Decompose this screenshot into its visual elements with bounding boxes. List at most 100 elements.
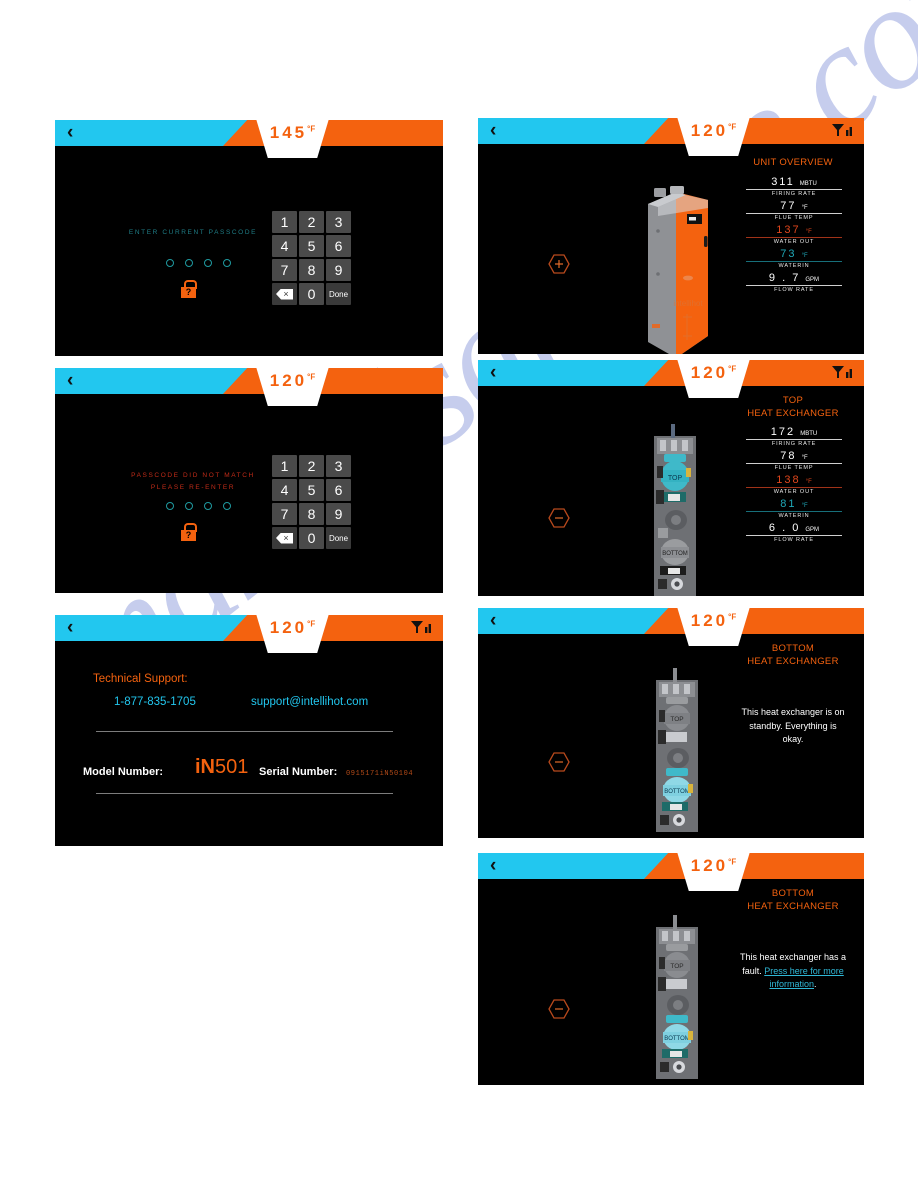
metric-caption: FLOW RATE (774, 287, 814, 293)
metric-unit: °F (805, 479, 812, 485)
key-3[interactable]: 3 (326, 455, 351, 477)
key-9[interactable]: 9 (326, 503, 351, 525)
passcode-dot (185, 259, 193, 267)
panel-header: 120°F ‹ (55, 368, 443, 406)
chevron-left-icon[interactable]: ‹ (490, 362, 496, 384)
chevron-left-icon[interactable]: ‹ (67, 370, 73, 392)
backspace-key[interactable] (272, 527, 297, 549)
minus-hexagon-button[interactable] (548, 508, 570, 528)
panel-header: 120°F ‹ (478, 608, 864, 646)
support-phone-link[interactable]: 1-877-835-1705 (114, 696, 196, 708)
key-5[interactable]: 5 (299, 235, 324, 257)
fault-message: This heat exchanger has a fault. Press h… (738, 951, 848, 992)
header-orange-bar (644, 608, 864, 634)
support-email-link[interactable]: support@intellihot.com (251, 696, 368, 708)
key-8[interactable]: 8 (299, 259, 324, 281)
boiler-exterior-image: intellihot (648, 186, 708, 354)
panel-body: PASSCODE DID NOT MATCH PLEASE RE-ENTER ?… (55, 394, 443, 593)
passcode-dot (166, 502, 174, 510)
section-title-line1: TOP (782, 395, 804, 406)
degree-unit: °F (728, 364, 737, 374)
key-6[interactable]: 6 (326, 235, 351, 257)
metric-rule (746, 285, 842, 286)
key-7[interactable]: 7 (272, 259, 297, 281)
key-4[interactable]: 4 (272, 235, 297, 257)
lock-body: ? (181, 287, 196, 298)
signal-icon (832, 366, 852, 378)
metric-water-out: 137 °F WATER OUT (746, 224, 842, 248)
degree-unit: °F (307, 619, 316, 629)
panel-header: 120°F ‹ (478, 118, 864, 156)
svg-text:TOP: TOP (670, 716, 683, 723)
section-title: TOP HEAT EXCHANGER (726, 394, 860, 420)
chevron-left-icon[interactable]: ‹ (490, 855, 496, 877)
passcode-keypad[interactable]: 1 2 3 4 5 6 7 8 9 0 Done (272, 211, 351, 305)
metric-caption: FLOW RATE (774, 537, 814, 543)
key-3[interactable]: 3 (326, 211, 351, 233)
passcode-keypad[interactable]: 1 2 3 4 5 6 7 8 9 0 Done (272, 455, 351, 549)
key-1[interactable]: 1 (272, 211, 297, 233)
current-temperature: 120°F (269, 618, 316, 637)
plus-hexagon-button[interactable] (548, 254, 570, 274)
metric-unit: °F (801, 253, 808, 259)
key-8[interactable]: 8 (299, 503, 324, 525)
lock-question-icon[interactable]: ? (181, 280, 197, 298)
backspace-key[interactable] (272, 283, 297, 305)
fault-message-tail: . (814, 979, 817, 989)
passcode-dot (223, 502, 231, 510)
key-9[interactable]: 9 (326, 259, 351, 281)
metric-rule (746, 535, 842, 536)
metric-caption: FIRING RATE (771, 441, 817, 447)
degree-unit: °F (307, 372, 316, 382)
metric-caption: FLUE TEMP (774, 465, 814, 471)
key-7[interactable]: 7 (272, 503, 297, 525)
metric-caption: WATERIN (778, 263, 810, 269)
passcode-dot (166, 259, 174, 267)
key-2[interactable]: 2 (299, 455, 324, 477)
metric-water-in: 73 °F WATERIN (746, 248, 842, 272)
backspace-icon (276, 532, 293, 544)
section-title-line2: HEAT EXCHANGER (747, 656, 839, 667)
more-information-link[interactable]: Press here for more information (764, 966, 844, 990)
header-orange-bar (223, 120, 443, 146)
metric-caption: FIRING RATE (771, 191, 817, 197)
key-6[interactable]: 6 (326, 479, 351, 501)
technical-support-title: Technical Support: (93, 673, 188, 685)
model-prefix: iN (195, 756, 215, 778)
chevron-left-icon[interactable]: ‹ (490, 610, 496, 632)
passcode-prompt: ENTER CURRENT PASSCODE (128, 229, 258, 236)
model-number-label: Model Number: (83, 766, 164, 778)
key-5[interactable]: 5 (299, 479, 324, 501)
panel-body: TOP BOTTOM BOTTOM HEAT EXCHANGER This he… (478, 634, 864, 838)
metric-rule (746, 487, 842, 488)
key-2[interactable]: 2 (299, 211, 324, 233)
panel-body: ENTER CURRENT PASSCODE ? 1 2 3 4 5 6 7 8… (55, 146, 443, 356)
metric-value: 73 °F (780, 248, 808, 260)
minus-hexagon-button[interactable] (548, 752, 570, 772)
degree-unit: °F (728, 857, 737, 867)
minus-hexagon-button[interactable] (548, 999, 570, 1019)
done-key[interactable]: Done (326, 527, 351, 549)
key-0[interactable]: 0 (299, 527, 324, 549)
metric-firing-rate: 311 MBTU FIRING RATE (746, 176, 842, 200)
chevron-left-icon[interactable]: ‹ (67, 122, 73, 144)
panel-header: 120°F ‹ (478, 853, 864, 891)
metric-unit: MBTU (799, 181, 817, 187)
degree-unit: °F (728, 122, 737, 132)
chevron-left-icon[interactable]: ‹ (67, 617, 73, 639)
panel-top-heat-exchanger: 120°F ‹ TOP BOTTOM TOP HEAT EXCHANGER 17… (478, 360, 864, 596)
chevron-left-icon[interactable]: ‹ (490, 120, 496, 142)
panel-body: intellihot UNIT OVERVIEW 311 MBTU FIRING… (478, 144, 864, 354)
metric-value: 6 . 0 GPM (768, 522, 820, 534)
done-key[interactable]: Done (326, 283, 351, 305)
lock-question-icon[interactable]: ? (181, 523, 197, 541)
degree-unit: °F (307, 124, 316, 134)
divider-bottom (96, 793, 393, 794)
key-4[interactable]: 4 (272, 479, 297, 501)
section-title: BOTTOM HEAT EXCHANGER (726, 642, 860, 668)
metric-water-in: 81 °F WATERIN (746, 498, 842, 522)
key-1[interactable]: 1 (272, 455, 297, 477)
metric-value: 81 °F (780, 498, 808, 510)
signal-icon (832, 124, 852, 136)
key-0[interactable]: 0 (299, 283, 324, 305)
